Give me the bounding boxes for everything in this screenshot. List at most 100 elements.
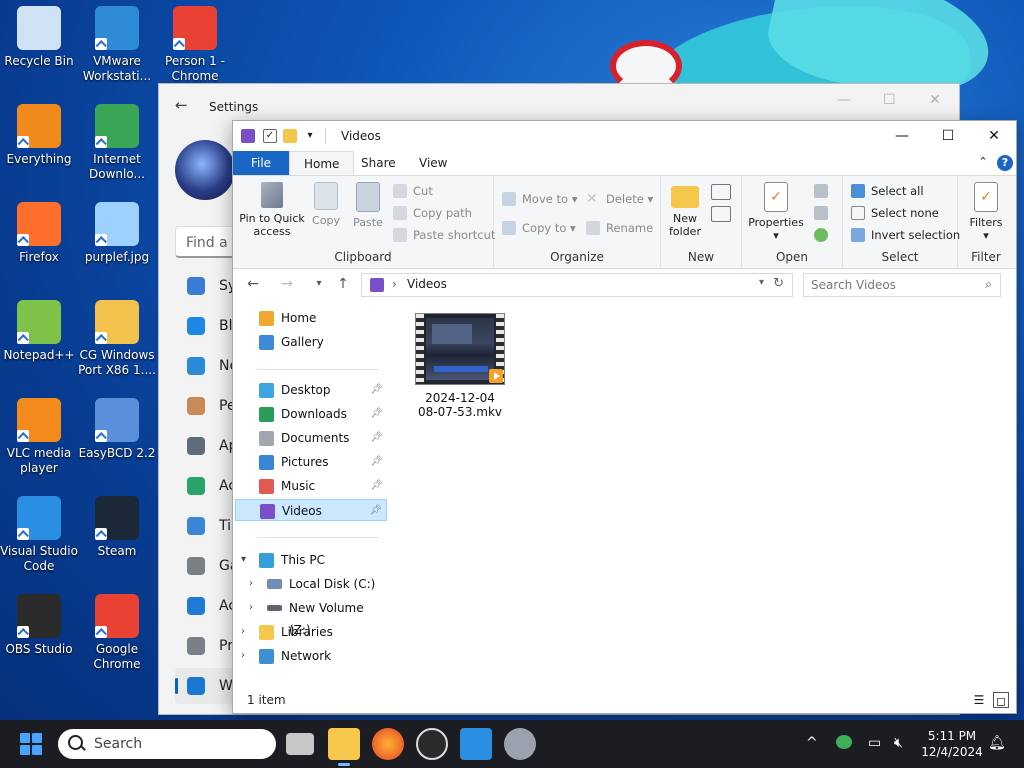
notification-bell-icon[interactable]: 🔔︎ [988,735,1006,751]
details-view-icon[interactable]: ☰ [971,692,987,708]
clock[interactable]: 5:11 PM 12/4/2024 [920,728,984,760]
minimize-icon[interactable]: — [837,92,851,108]
desktop-icon-google-chrome[interactable]: Google Chrome [78,594,156,672]
help-icon[interactable]: ? [997,155,1013,171]
tray-overflow-chevron-icon[interactable]: ^ [806,735,818,751]
new-item-icon[interactable] [711,184,731,200]
pin-icon[interactable]: 📌︎ [369,500,382,522]
paste-shortcut-button[interactable]: Paste shortcut [393,226,495,244]
nav-this-pc[interactable]: ▾ This PC [235,549,387,571]
invert-selection-button[interactable]: Invert selection [851,226,960,244]
desktop-icon-recycle-bin[interactable]: Recycle Bin [0,6,78,69]
minimize-button[interactable]: — [879,121,925,151]
edit-icon[interactable] [814,206,828,220]
file-explorer-window[interactable]: ✓ ▾ Videos — ☐ ✕ File Home Share View ⌃ … [232,120,1017,714]
search-icon[interactable]: ⌕ [985,277,992,292]
desktop-icon-easybcd[interactable]: EasyBCD 2.2 [78,398,156,461]
delete-button[interactable]: ✕ Delete ▾ [586,190,653,208]
select-none-button[interactable]: Select none [851,204,939,222]
file-item[interactable]: 2024-12-04 08-07-53.mkv [412,313,508,419]
up-arrow-icon[interactable]: ↑ [333,276,353,292]
desktop-icon-vmware[interactable]: VMware Workstati... [78,6,156,84]
tab-home[interactable]: Home [289,151,355,175]
collapse-ribbon-icon[interactable]: ⌃ [975,155,991,171]
pin-icon[interactable]: 📌︎ [370,379,383,401]
desktop-icon-steam[interactable]: Steam [78,496,156,559]
maximize-icon[interactable]: ☐ [883,92,896,108]
nav-downloads[interactable]: Downloads 📌︎ [235,403,387,425]
move-to-button[interactable]: Move to ▾ [502,190,577,208]
copy-button[interactable]: Copy [309,182,343,227]
history-icon[interactable] [814,228,828,242]
breadcrumb-chevron-icon[interactable]: › [392,277,397,291]
nav-desktop[interactable]: Desktop 📌︎ [235,379,387,401]
collapsed-chevron-icon[interactable]: › [241,621,245,643]
large-icons-view-icon[interactable]: ◻ [993,692,1009,708]
nav-music[interactable]: Music 📌︎ [235,475,387,497]
maximize-button[interactable]: ☐ [925,121,971,151]
forward-arrow-icon[interactable]: → [277,276,297,292]
copy-path-button[interactable]: Copy path [393,204,472,222]
address-bar[interactable]: › Videos ▾ ↻ [361,273,793,297]
collapsed-chevron-icon[interactable]: › [241,645,245,667]
nav-videos[interactable]: Videos 📌︎ [235,499,387,521]
desktop-icon-cg-windows-port[interactable]: CG Windows Port X86 1.... [78,300,156,378]
desktop-icon-obs-studio[interactable]: OBS Studio [0,594,78,657]
select-all-button[interactable]: Select all [851,182,924,200]
settings-gear-taskbar-icon[interactable] [504,728,536,760]
file-explorer-taskbar-icon[interactable] [328,728,360,766]
close-button[interactable]: ✕ [971,121,1017,151]
pin-icon[interactable]: 📌︎ [370,475,383,497]
pin-icon[interactable]: 📌︎ [370,451,383,473]
customize-chevron-icon[interactable]: ▾ [303,129,317,143]
filters-button[interactable]: ✓ Filters ▾ [962,182,1010,242]
desktop-icon-vscode[interactable]: Visual Studio Code [0,496,78,574]
expanded-chevron-icon[interactable]: ▾ [241,549,246,571]
back-arrow-icon[interactable]: ← [243,276,263,292]
properties-button[interactable]: ✓ Properties ▾ [748,182,804,242]
easy-access-icon[interactable] [711,206,731,222]
breadcrumb-videos[interactable]: Videos [407,277,447,291]
nav-network[interactable]: › Network [235,645,387,667]
pin-icon[interactable]: 📌︎ [370,427,383,449]
refresh-icon[interactable]: ↻ [773,276,784,291]
volume-muted-icon[interactable]: 🔇︎ [894,735,903,751]
desktop-icon-purplef-jpg[interactable]: purplef.jpg [78,202,156,265]
collapsed-chevron-icon[interactable]: › [249,573,253,595]
network-icon[interactable]: ▭ [868,735,881,751]
firefox-taskbar-icon[interactable] [372,728,404,760]
tab-file[interactable]: File [233,151,289,175]
desktop-icon-internet-download-manager[interactable]: Internet Downlo... [78,104,156,182]
taskbar-search[interactable]: Search [58,729,276,759]
nav-local-disk-c[interactable]: › Local Disk (C:) [235,573,387,595]
nav-libraries[interactable]: › Libraries [235,621,387,643]
nav-pictures[interactable]: Pictures 📌︎ [235,451,387,473]
address-dropdown-icon[interactable]: ▾ [759,277,764,288]
start-button[interactable] [20,733,42,755]
open-icon[interactable] [814,184,828,198]
nav-documents[interactable]: Documents 📌︎ [235,427,387,449]
paste-button[interactable]: Paste [349,182,387,229]
pin-quick-access-button[interactable]: Pin to Quick access [237,182,307,238]
tab-share[interactable]: Share [347,151,410,175]
cut-button[interactable]: Cut [393,182,433,200]
new-folder-icon[interactable] [283,129,297,143]
desktop-icon-vlc[interactable]: VLC media player [0,398,78,476]
properties-check-icon[interactable]: ✓ [263,129,277,143]
recent-locations-chevron-icon[interactable]: ▾ [309,278,329,289]
obs-taskbar-icon[interactable] [416,728,448,760]
desktop-icon-firefox[interactable]: Firefox [0,202,78,265]
desktop-icon-person-chrome[interactable]: Person 1 - Chrome [156,6,234,84]
nav-gallery[interactable]: Gallery [235,331,387,353]
rename-button[interactable]: Rename [586,219,653,237]
pin-icon[interactable]: 📌︎ [370,403,383,425]
tab-view[interactable]: View [405,151,461,175]
close-icon[interactable]: ✕ [929,92,941,108]
new-folder-button[interactable]: New folder [665,182,705,238]
desktop-icon-everything[interactable]: Everything [0,104,78,167]
tray-app-icon[interactable] [836,735,852,749]
back-arrow-icon[interactable]: ← [175,96,188,114]
nav-home[interactable]: Home [235,307,387,329]
copy-to-button[interactable]: Copy to ▾ [502,219,576,237]
desktop-icon-notepad-plus-plus[interactable]: Notepad++ [0,300,78,363]
